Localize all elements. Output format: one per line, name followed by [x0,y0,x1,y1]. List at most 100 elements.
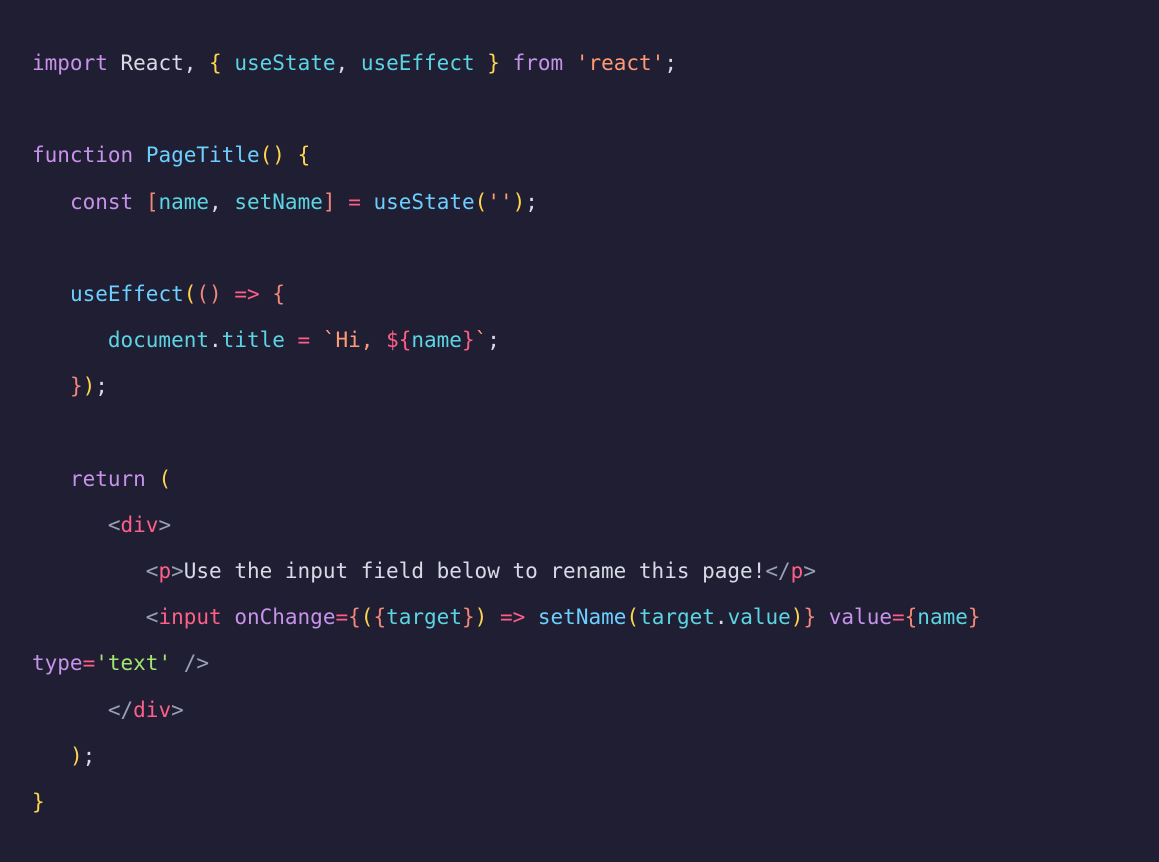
token-keyword-return: return [70,467,146,491]
token-prop-title: title [222,328,285,352]
token-attr-type: type [32,651,83,675]
code-line-13: <input onChange={({target}) => setName(t… [32,605,993,675]
token-dot: . [209,328,222,352]
code-line-16: } [32,790,45,814]
token-comma: , [209,190,222,214]
token-paren-open: ( [158,467,171,491]
token-paren-open: ( [626,605,639,629]
token-tag-div: div [133,698,171,722]
token-brace-close: } [487,51,500,75]
token-ident-document: document [108,328,209,352]
code-line-8: }); [32,374,108,398]
token-angle-close: > [171,559,184,583]
token-ident-name: name [158,190,209,214]
token-tag-p: p [158,559,171,583]
token-interp-close: } [462,328,475,352]
token-angle-open-slash: </ [765,559,790,583]
token-parens: () [260,143,285,167]
token-string-text: 'text' [95,651,171,675]
token-brace-open: { [348,605,361,629]
token-brace-close: } [70,374,83,398]
token-tag-self-close: /> [184,651,209,675]
token-equals: = [298,328,311,352]
token-attr-value: value [829,605,892,629]
token-keyword-import: import [32,51,108,75]
token-arrow: => [234,282,259,306]
token-template-close: ` [475,328,488,352]
code-line-4: const [name, setName] = useState(''); [32,190,538,214]
token-equals: = [335,605,348,629]
token-arrow: => [500,605,525,629]
token-comma: , [184,51,197,75]
token-dot: . [715,605,728,629]
token-fn-pagetitle: PageTitle [146,143,260,167]
token-semicolon: ; [95,374,108,398]
token-paren-open: ( [196,282,209,306]
token-bracket-open: [ [146,190,159,214]
token-template-open: `Hi, [323,328,386,352]
token-equals: = [348,190,361,214]
token-interp-open: ${ [386,328,411,352]
token-semicolon: ; [525,190,538,214]
code-line-14: </div> [32,698,184,722]
token-brace-open: { [209,51,222,75]
code-line-12: <p>Use the input field below to rename t… [32,559,816,583]
token-semicolon: ; [664,51,677,75]
token-attr-onchange: onChange [234,605,335,629]
token-brace-open: { [272,282,285,306]
token-ident-target: target [386,605,462,629]
code-line-11: <div> [32,513,171,537]
token-bracket-close: ] [323,190,336,214]
token-brace-close: } [32,790,45,814]
token-string-empty: '' [487,190,512,214]
token-keyword-function: function [32,143,133,167]
token-prop-value: value [728,605,791,629]
code-line-10: return ( [32,467,171,491]
token-paren-open: ( [361,605,374,629]
token-call-usestate: useState [374,190,475,214]
token-jsx-text: Use the input field below to rename this… [184,559,766,583]
token-keyword-const: const [70,190,133,214]
token-call-setname: setName [538,605,627,629]
code-block: import React, { useState, useEffect } fr… [0,0,1159,862]
token-paren-close: ) [83,374,96,398]
code-line-6: useEffect(() => { [32,282,285,306]
token-ident-name: name [917,605,968,629]
code-line-3: function PageTitle() { [32,143,310,167]
token-paren-open: ( [184,282,197,306]
token-tag-p: p [791,559,804,583]
token-ident-setname: setName [234,190,323,214]
token-call-useeffect: useEffect [70,282,184,306]
token-tag-input: input [158,605,221,629]
token-paren-open: ( [475,190,488,214]
token-comma: , [336,51,349,75]
token-tag-div: div [121,513,159,537]
token-brace-open: { [905,605,918,629]
token-paren-close: ) [209,282,222,306]
token-semicolon: ; [83,744,96,768]
token-angle-close: > [803,559,816,583]
token-paren-close: ) [513,190,526,214]
token-angle-open-slash: </ [108,698,133,722]
token-angle-close: > [171,698,184,722]
token-semicolon: ; [487,328,500,352]
token-paren-close: ) [475,605,488,629]
token-brace-close: } [968,605,981,629]
token-brace-close: } [803,605,816,629]
token-keyword-from: from [513,51,564,75]
token-paren-close: ) [70,744,83,768]
token-string: 'react' [576,51,665,75]
token-ident-target: target [639,605,715,629]
token-equals: = [892,605,905,629]
token-equals: = [83,651,96,675]
token-ident-react: React [121,51,184,75]
token-paren-close: ) [791,605,804,629]
token-brace-open: { [373,605,386,629]
token-ident-name: name [411,328,462,352]
token-angle-close: > [158,513,171,537]
code-line-7: document.title = `Hi, ${name}`; [32,328,500,352]
token-angle-open: < [108,513,121,537]
token-angle-open: < [146,559,159,583]
token-brace-open: { [298,143,311,167]
token-angle-open: < [146,605,159,629]
